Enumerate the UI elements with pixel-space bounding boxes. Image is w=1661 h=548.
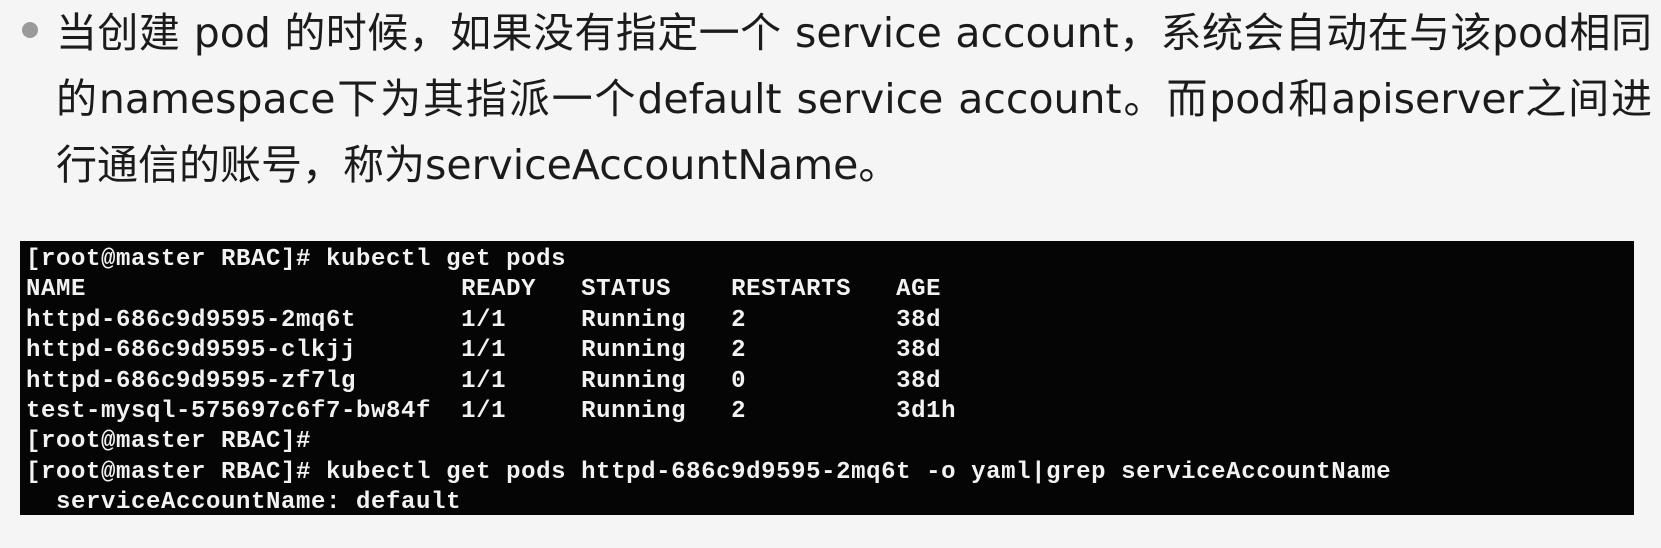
bullet-dot-icon [22,22,38,38]
terminal-output: [root@master RBAC]# kubectl get pods NAM… [20,241,1634,515]
terminal-table-row: test-mysql-575697c6f7-bw84f 1/1 Running … [26,397,957,425]
terminal-table-row: httpd-686c9d9595-clkjj 1/1 Running 2 38d [26,337,942,365]
terminal-prompt-line: [root@master RBAC]# [26,428,312,456]
terminal-result-line: serviceAccountName: default [26,489,462,515]
terminal-command-line: [root@master RBAC]# kubectl get pods [26,246,567,273]
terminal-table-row: httpd-686c9d9595-2mq6t 1/1 Running 2 38d [26,306,942,334]
bullet-text: 当创建 pod 的时候，如果没有指定一个 service account，系统会… [56,9,1652,189]
terminal-table-row: httpd-686c9d9595-zf7lg 1/1 Running 0 38d [26,367,942,395]
terminal-table-header: NAME READY STATUS RESTARTS AGE [26,276,942,304]
slide: 当创建 pod 的时候，如果没有指定一个 service account，系统会… [0,0,1661,548]
terminal-command-line: [root@master RBAC]# kubectl get pods htt… [26,458,1392,486]
